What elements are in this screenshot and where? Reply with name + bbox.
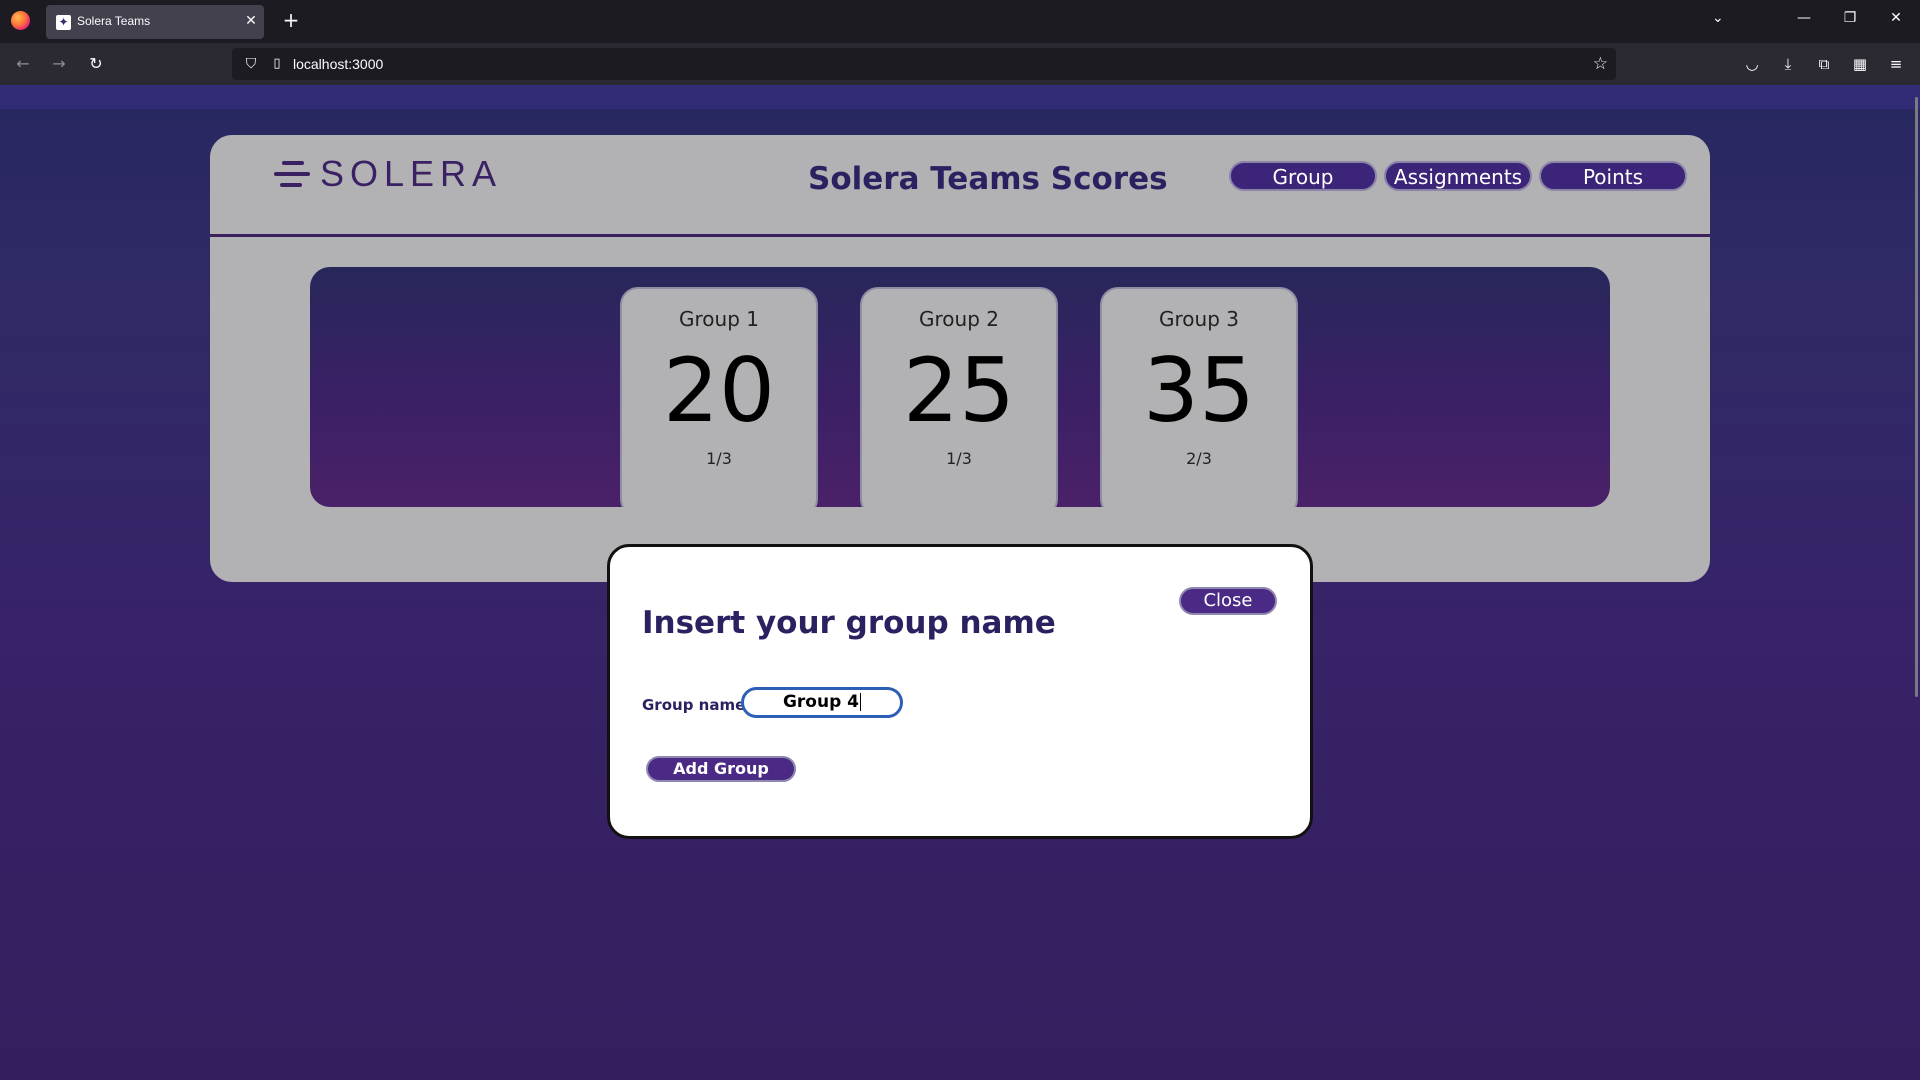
pocket-icon[interactable]: ◡ (1741, 53, 1763, 75)
window-close-icon[interactable]: ✕ (1884, 10, 1908, 26)
group-score: 20 (663, 339, 775, 442)
tab-list-chevron-icon[interactable]: ⌄ (1712, 10, 1724, 26)
group-name: Group 1 (679, 307, 759, 331)
page-viewport: SOLERA Solera Teams Scores Group Assignm… (0, 85, 1920, 1080)
solera-favicon-icon: ✦ (56, 15, 71, 30)
url-text[interactable]: localhost:3000 (293, 56, 383, 72)
back-icon[interactable]: ← (12, 53, 34, 75)
scores-panel: Group 1 20 1/3 Group 2 25 1/3 Group 3 35… (310, 267, 1610, 507)
add-group-modal: Close Insert your group name Group name:… (607, 544, 1313, 839)
reload-icon[interactable]: ↻ (85, 53, 107, 75)
restore-icon[interactable]: ❐ (1838, 10, 1862, 26)
group-name-label: Group name: (642, 696, 752, 714)
browser-tab-bar: ✦ Solera Teams ✕ + ⌄ — ❐ ✕ (0, 0, 1920, 43)
bookmark-star-icon[interactable]: ☆ (1593, 54, 1608, 74)
page-top-strip (0, 85, 1920, 109)
group-progress: 2/3 (1186, 449, 1212, 468)
group-name-input[interactable]: Group 4 (741, 687, 903, 718)
menu-icon[interactable]: ≡ (1885, 53, 1907, 75)
browser-tab[interactable]: ✦ Solera Teams ✕ (46, 5, 264, 39)
tab-title: Solera Teams (77, 14, 151, 28)
group-card: Group 1 20 1/3 (620, 287, 818, 507)
minimize-icon[interactable]: — (1792, 10, 1816, 26)
group-score: 35 (1143, 339, 1255, 442)
new-tab-icon[interactable]: + (280, 9, 302, 31)
solera-mark-icon (274, 161, 310, 191)
nav-assignments-button[interactable]: Assignments (1384, 161, 1532, 191)
add-group-button[interactable]: Add Group (646, 756, 796, 782)
page-title: Solera Teams Scores (808, 161, 1168, 197)
nav-group-button[interactable]: Group (1229, 161, 1377, 191)
main-card: SOLERA Solera Teams Scores Group Assignm… (210, 135, 1710, 582)
header-divider (210, 234, 1710, 237)
logo-text: SOLERA (320, 153, 503, 194)
group-score: 25 (903, 339, 1015, 442)
group-progress: 1/3 (946, 449, 972, 468)
scrollbar-thumb[interactable] (1915, 97, 1918, 697)
downloads-icon[interactable]: ⤓ (1777, 53, 1799, 75)
group-name-value[interactable]: Group 4 (783, 692, 859, 712)
group-progress: 1/3 (706, 449, 732, 468)
group-card: Group 2 25 1/3 (860, 287, 1058, 507)
firefox-logo-icon (11, 11, 30, 30)
group-name: Group 2 (919, 307, 999, 331)
page-info-icon[interactable]: ▯ (268, 55, 286, 73)
container-icon[interactable]: ▦ (1849, 53, 1871, 75)
group-card: Group 3 35 2/3 (1100, 287, 1298, 507)
forward-icon[interactable]: → (48, 53, 70, 75)
text-caret (860, 693, 862, 711)
modal-title: Insert your group name (642, 605, 1056, 641)
browser-nav-bar: ← → ↻ ⛉ ▯ localhost:3000 ☆ ◡ ⤓ ⧉ ▦ ≡ (0, 43, 1920, 85)
address-bar[interactable]: ⛉ ▯ localhost:3000 ☆ (232, 48, 1616, 80)
nav-points-button[interactable]: Points (1539, 161, 1687, 191)
close-button[interactable]: Close (1179, 587, 1277, 615)
extensions-icon[interactable]: ⧉ (1813, 53, 1835, 75)
scrollbar[interactable] (1912, 97, 1920, 697)
shield-icon[interactable]: ⛉ (242, 55, 260, 73)
close-tab-icon[interactable]: ✕ (242, 12, 260, 30)
group-name: Group 3 (1159, 307, 1239, 331)
